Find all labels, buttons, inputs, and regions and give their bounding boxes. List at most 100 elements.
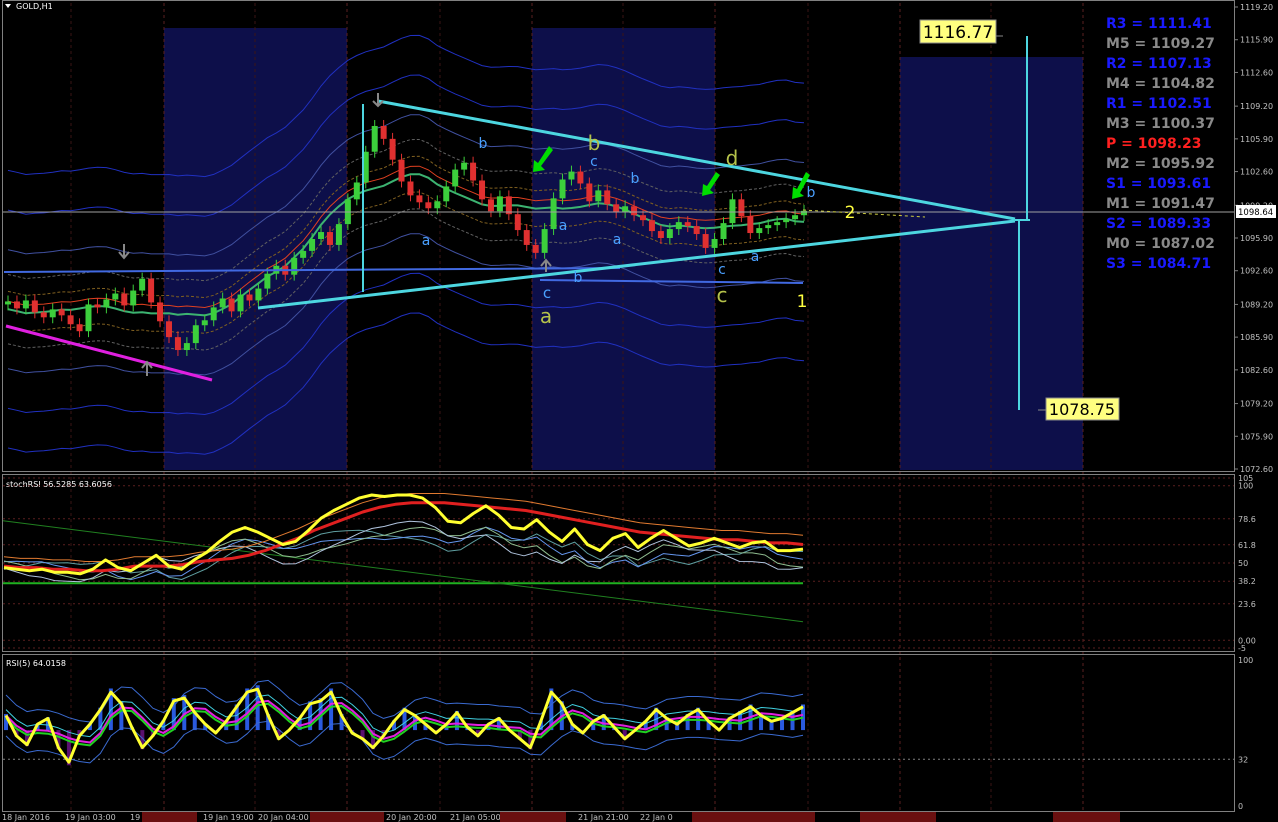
- candle-body: [13, 301, 20, 309]
- time-highlight: [692, 812, 815, 822]
- wave-label: b: [631, 171, 640, 187]
- candle-body: [326, 232, 333, 245]
- pivot-level: M5 = 1109.27: [1106, 36, 1215, 52]
- candle-body: [550, 198, 557, 230]
- candle-body: [103, 299, 110, 308]
- rsi-tick-label: 0: [1238, 802, 1243, 811]
- candle-body: [729, 199, 736, 224]
- candle-body: [711, 238, 718, 248]
- wave-label: c: [718, 262, 726, 278]
- stoch-label: stochRSI 56.5285 63.6056: [6, 480, 112, 489]
- stoch-axis: 10510078.661.85038.223.60.00-5: [1238, 474, 1256, 653]
- candle-body: [496, 196, 503, 212]
- candle-body: [622, 206, 629, 213]
- time-label: 21 Jan 21:00: [578, 813, 629, 822]
- candle-body: [541, 229, 548, 253]
- pivot-levels: R3 = 1111.41 M5 = 1109.27 R2 = 1107.13 M4 =…: [1106, 16, 1215, 272]
- candle-body: [479, 180, 486, 200]
- candle-body: [693, 226, 700, 235]
- dropdown-icon[interactable]: [5, 4, 11, 8]
- time-label: 20 Jan 04:00: [258, 813, 309, 822]
- candle-body: [85, 304, 92, 332]
- rsi-tick-label: 100: [1238, 656, 1253, 665]
- time-highlight: [500, 812, 566, 822]
- candle-body: [335, 224, 342, 245]
- candle-body: [586, 183, 593, 202]
- price-tick-label: 1079.20: [1240, 400, 1273, 409]
- pivot-level: R2 = 1107.13: [1106, 56, 1212, 72]
- target-low-label: 1078.75: [1049, 400, 1115, 419]
- candle-body: [666, 229, 673, 238]
- candle-body: [675, 222, 682, 230]
- stoch-tick-label: 23.6: [1238, 600, 1256, 609]
- candle-body: [416, 195, 423, 203]
- time-label: 20 Jan 20:00: [386, 813, 437, 822]
- candle-body: [300, 250, 307, 258]
- candle-body: [425, 202, 432, 209]
- candle-body: [49, 309, 56, 318]
- time-highlight: [142, 812, 197, 822]
- time-axis: 18 Jan 201619 Jan 03:0019 Jan 11:0019 Ja…: [2, 812, 1120, 822]
- candle-body: [210, 307, 217, 321]
- pivot-level: M3 = 1100.37: [1106, 116, 1215, 132]
- candle-body: [22, 300, 29, 309]
- wave-label: a: [751, 249, 760, 265]
- candle-body: [684, 222, 691, 227]
- candle-body: [139, 278, 146, 291]
- pivot-level: P = 1098.23: [1106, 136, 1202, 152]
- stoch-signal-line: [3, 501, 804, 573]
- candle-body: [165, 321, 172, 338]
- current-price-tag: 1098.64: [1236, 205, 1276, 218]
- stoch-tick-label: -5: [1238, 644, 1246, 653]
- candle-body: [291, 257, 298, 275]
- candle-body: [58, 309, 65, 316]
- candle-body: [657, 231, 664, 238]
- candle-body: [523, 230, 530, 245]
- candle-body: [157, 302, 164, 322]
- price-tick-label: 1115.90: [1240, 36, 1273, 45]
- stoch-tick-label: 100: [1238, 482, 1253, 491]
- price-tick-label: 1082.60: [1240, 366, 1273, 375]
- wave-label: 1: [797, 292, 808, 312]
- rsi-label: RSI(5) 64.0158: [6, 659, 66, 668]
- candle-body: [389, 138, 396, 160]
- price-tick-label: 1075.90: [1240, 432, 1273, 441]
- symbol-label: GOLD,H1: [16, 2, 53, 11]
- target-low-box: 1078.75: [1038, 397, 1120, 421]
- current-price-text: 1098.64: [1238, 208, 1273, 218]
- price-tick-label: 1072.60: [1240, 465, 1273, 474]
- price-tick-label: 1109.20: [1240, 102, 1273, 111]
- stoch-main-line: [3, 493, 804, 576]
- candle-body: [174, 337, 181, 351]
- candle-body: [801, 210, 807, 216]
- wave-label: b: [807, 185, 816, 201]
- wave-label: a: [422, 233, 431, 249]
- candle-body: [5, 301, 11, 305]
- candle-body: [201, 320, 208, 326]
- candle-body: [246, 294, 253, 301]
- price-tick-label: 1112.60: [1240, 68, 1273, 77]
- candle-body: [604, 190, 611, 205]
- candle-body: [559, 179, 566, 199]
- candle-body: [398, 159, 405, 182]
- candle-body: [595, 190, 602, 202]
- candle-body: [783, 219, 790, 223]
- candle-body: [31, 300, 38, 313]
- pivot-level: S3 = 1084.71: [1106, 256, 1211, 272]
- candle-body: [148, 278, 155, 303]
- stoch-curves: [3, 493, 804, 583]
- candle-body: [568, 171, 575, 180]
- wave-label: a: [559, 218, 568, 234]
- price-tick-label: 1102.60: [1240, 168, 1273, 177]
- candle-body: [318, 232, 325, 239]
- pivot-level: M4 = 1104.82: [1106, 76, 1215, 92]
- pivot-level: R3 = 1111.41: [1106, 16, 1212, 32]
- time-label: 21 Jan 05:00: [450, 813, 501, 822]
- time-label: 19 Jan 03:00: [65, 813, 116, 822]
- chart-canvas: bacbabcaabdccab12 1116.77 1078.75 R3 = 1…: [2, 0, 1276, 822]
- candle-body: [309, 238, 316, 251]
- pivot-level: M0 = 1087.02: [1106, 236, 1215, 252]
- candle-body: [94, 304, 101, 308]
- candle-body: [774, 222, 781, 226]
- candle-body: [67, 315, 74, 325]
